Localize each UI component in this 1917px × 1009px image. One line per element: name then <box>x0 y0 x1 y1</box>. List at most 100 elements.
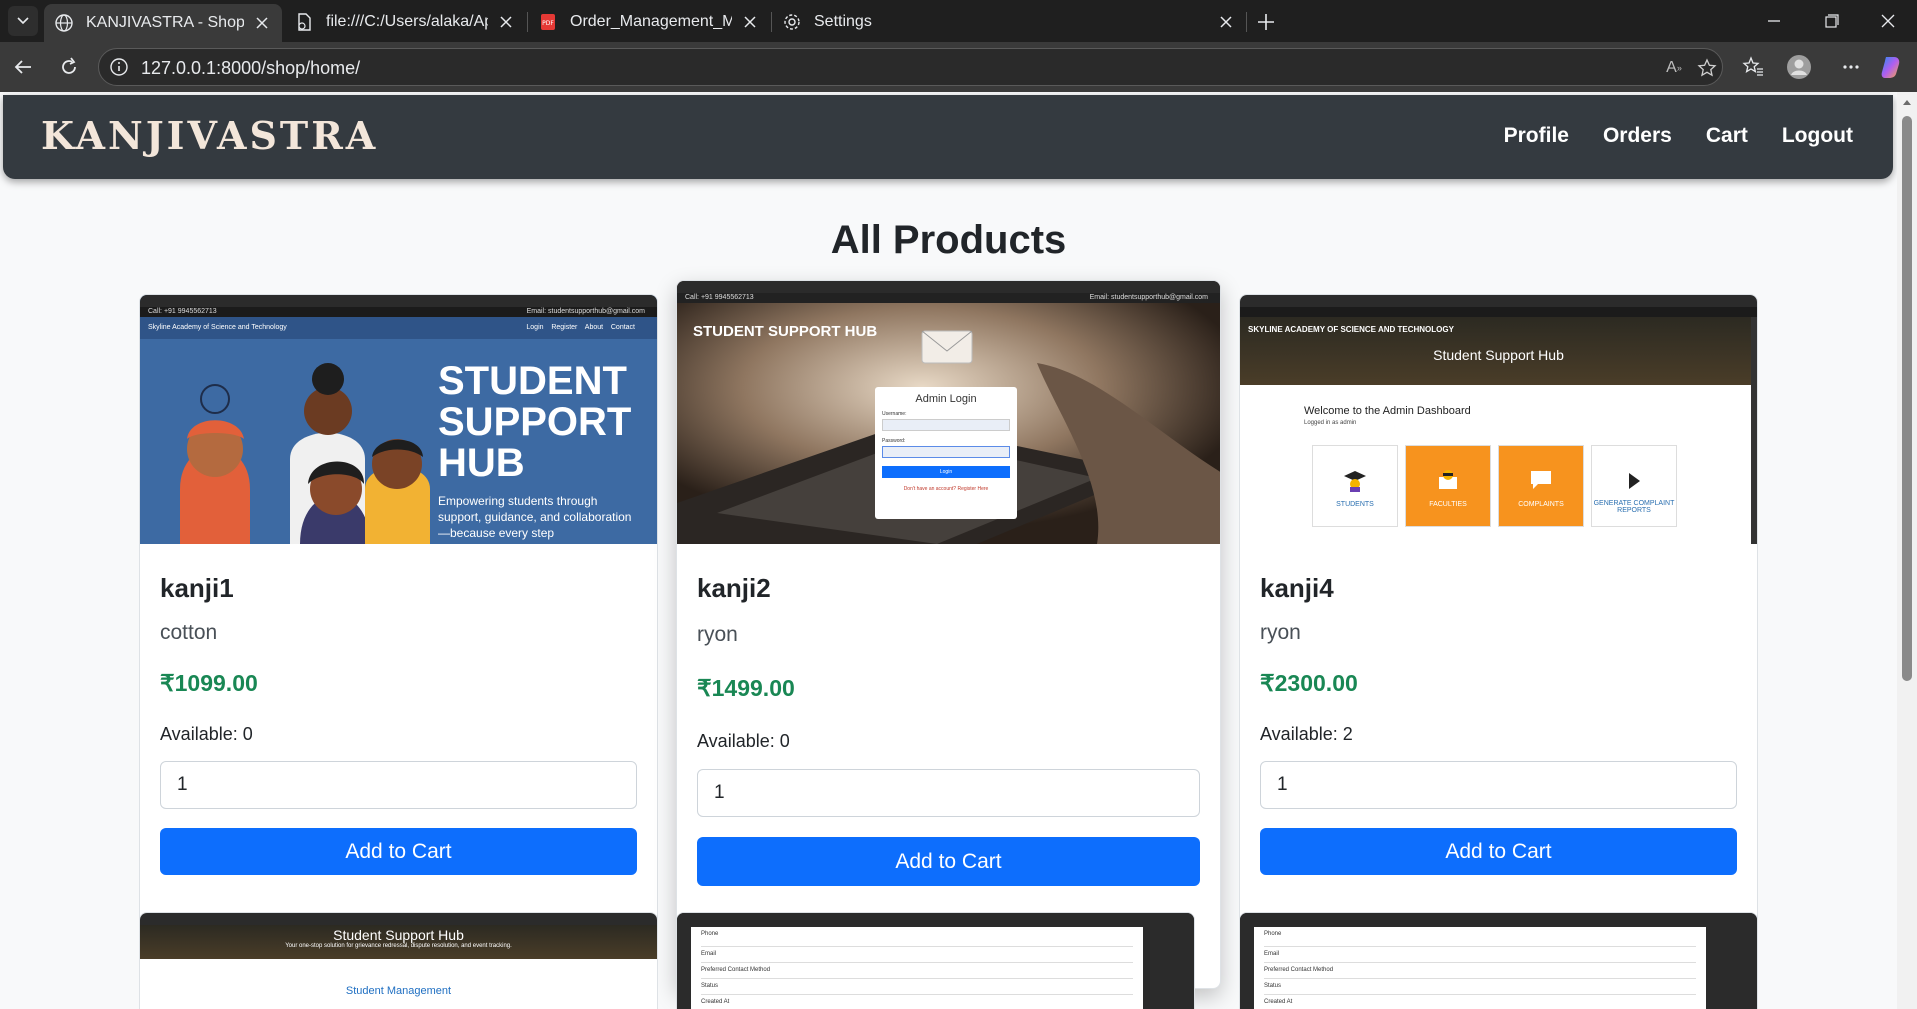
play-arrow-icon <box>1629 473 1640 489</box>
product-card: Phone Email Preferred Contact Method Sta… <box>676 912 1195 1009</box>
page-scrollbar[interactable] <box>1897 92 1917 1009</box>
scrollbar-thumb[interactable] <box>1902 116 1912 681</box>
brand-logo[interactable]: KANJIVASTRA <box>41 113 378 158</box>
thumb-browser-bar <box>677 281 1220 293</box>
favorite-star-icon[interactable] <box>1695 57 1719 79</box>
plus-icon <box>1258 14 1274 30</box>
thumb-row-label: Phone <box>1264 931 1696 947</box>
add-to-cart-button[interactable]: Add to Cart <box>160 828 637 875</box>
nav-profile-link[interactable]: Profile <box>1504 124 1569 148</box>
tab-title: Order_Management_Machine_Tes <box>570 13 732 30</box>
more-dots-icon <box>1843 65 1859 69</box>
product-price: ₹1099.00 <box>160 670 258 696</box>
avatar-icon <box>1787 55 1811 79</box>
favorites-icon <box>1742 56 1763 76</box>
tab-pdf[interactable]: PDF Order_Management_Machine_Tes <box>528 4 770 40</box>
product-card: Call: +91 9945562713 Email: studentsuppo… <box>676 280 1221 989</box>
thumb-nav-item: Contact <box>610 324 635 331</box>
back-button[interactable] <box>8 52 38 82</box>
thumb-nav-item: Register <box>551 324 578 331</box>
thumb-login-footer: Don't have an account? Register Here <box>903 486 989 492</box>
thumb-login-button: Login <box>882 466 1010 478</box>
gear-icon <box>784 14 800 30</box>
copilot-button[interactable] <box>1876 52 1906 82</box>
product-price: ₹2300.00 <box>1260 670 1358 696</box>
students-illustration <box>180 363 430 544</box>
thumb-welcome: Welcome to the Admin Dashboard <box>1304 405 1471 417</box>
thumb-site-name: Skyline Academy of Science and Technolog… <box>148 324 287 331</box>
tab-settings[interactable]: Settings <box>772 4 1246 40</box>
thumb-hub-subtitle: Your one-stop solution for grievance red… <box>285 943 512 949</box>
quantity-input[interactable] <box>697 769 1200 817</box>
close-window-button[interactable] <box>1866 6 1910 36</box>
site-navbar: KANJIVASTRA Profile Orders Cart Logout <box>3 95 1893 179</box>
thumb-browser-bar <box>1240 913 1757 925</box>
thumb-browser-bar <box>140 295 657 307</box>
thumb-hero-line: SUPPORT <box>438 400 632 444</box>
close-tab-button[interactable] <box>496 12 516 32</box>
close-icon <box>1220 16 1232 28</box>
minimize-button[interactable] <box>1752 6 1796 36</box>
thumb-topbar <box>1240 307 1757 317</box>
quantity-input[interactable] <box>160 761 637 809</box>
thumb-hero-line: STUDENT <box>438 359 627 403</box>
close-tab-button[interactable] <box>1216 12 1236 32</box>
favorites-button[interactable] <box>1738 52 1768 82</box>
thumb-site-name: STUDENT SUPPORT HUB <box>693 323 878 340</box>
thumb-login-label: Username: <box>882 411 907 417</box>
read-aloud-icon[interactable]: A» <box>1662 57 1686 79</box>
add-to-cart-button[interactable]: Add to Cart <box>1260 828 1737 875</box>
nav-cart-link[interactable]: Cart <box>1706 124 1748 148</box>
close-icon <box>1881 14 1895 28</box>
more-button[interactable] <box>1836 52 1866 82</box>
quantity-input[interactable] <box>1260 761 1737 809</box>
chat-bubble-icon <box>1531 471 1551 489</box>
nav-orders-link[interactable]: Orders <box>1603 124 1672 148</box>
thumb-call: Call: +91 9945562713 <box>685 294 754 301</box>
product-name: kanji1 <box>160 573 234 603</box>
copilot-icon <box>1881 57 1900 78</box>
tab-file[interactable]: file:///C:/Users/alaka/AppData/Lo <box>284 4 526 40</box>
product-name: kanji2 <box>697 573 771 603</box>
thumb-email: Email: studentsupporthub@gmail.com <box>1089 294 1208 301</box>
product-card: Student Support Hub Your one-stop soluti… <box>139 912 658 1009</box>
thumb-tile-reports: GENERATE COMPLAINT REPORTS <box>1591 445 1677 527</box>
scroll-up-icon[interactable] <box>1902 98 1912 106</box>
tab-kanjivastra-shop[interactable]: KANJIVASTRA - Shop <box>44 4 282 42</box>
thumb-row-label: Phone <box>701 931 1133 947</box>
thumb-row-label: Status <box>1264 979 1696 995</box>
close-tab-button[interactable] <box>252 13 272 33</box>
reload-button[interactable] <box>54 52 84 82</box>
nav-logout-link[interactable]: Logout <box>1782 124 1853 148</box>
thumb-tile-faculties: FACULTIES <box>1405 445 1491 527</box>
restore-button[interactable] <box>1810 6 1854 36</box>
thumb-browser-bar <box>1240 295 1757 307</box>
add-to-cart-button[interactable]: Add to Cart <box>697 837 1200 886</box>
product-image: Call: +91 9945562713 Email: studentsuppo… <box>677 281 1220 544</box>
product-card: Call: +91 9945562713 Email: studentsuppo… <box>139 294 658 976</box>
url-text: 127.0.0.1:8000/shop/home/ <box>141 58 361 78</box>
reload-icon <box>62 57 76 74</box>
tab-actions-menu-button[interactable] <box>8 6 38 36</box>
thumb-row-label: Created At <box>701 999 730 1005</box>
thumb-row-label: Status <box>701 979 1133 995</box>
close-icon <box>744 16 756 28</box>
profile-button[interactable] <box>1784 52 1814 82</box>
thumb-topbar: Call: +91 9945562713 Email: studentsuppo… <box>140 307 657 317</box>
thumb-logged-in: Logged in as admin <box>1304 420 1357 426</box>
product-availability: Available: 0 <box>160 724 253 744</box>
close-tab-button[interactable] <box>740 12 760 32</box>
url-field[interactable]: 127.0.0.1:8000/shop/home/ A» <box>98 48 1723 86</box>
product-card: Phone Email Preferred Contact Method Sta… <box>1239 912 1758 1009</box>
product-image: Call: +91 9945562713 Email: studentsuppo… <box>140 295 657 544</box>
nav-links: Profile Orders Cart Logout <box>1470 124 1853 148</box>
product-card: SKYLINE ACADEMY OF SCIENCE AND TECHNOLOG… <box>1239 294 1758 976</box>
tab-title: Settings <box>814 13 872 30</box>
info-icon[interactable] <box>109 57 129 77</box>
new-tab-button[interactable] <box>1252 8 1280 36</box>
thumb-hub-title: Student Support Hub <box>333 927 464 943</box>
product-availability: Available: 2 <box>1260 724 1353 744</box>
thumb-detail-table: Phone Email Preferred Contact Method Sta… <box>691 927 1143 1009</box>
thumb-browser-bar <box>677 913 1194 925</box>
thumb-header: SKYLINE ACADEMY OF SCIENCE AND TECHNOLOG… <box>1240 317 1757 385</box>
